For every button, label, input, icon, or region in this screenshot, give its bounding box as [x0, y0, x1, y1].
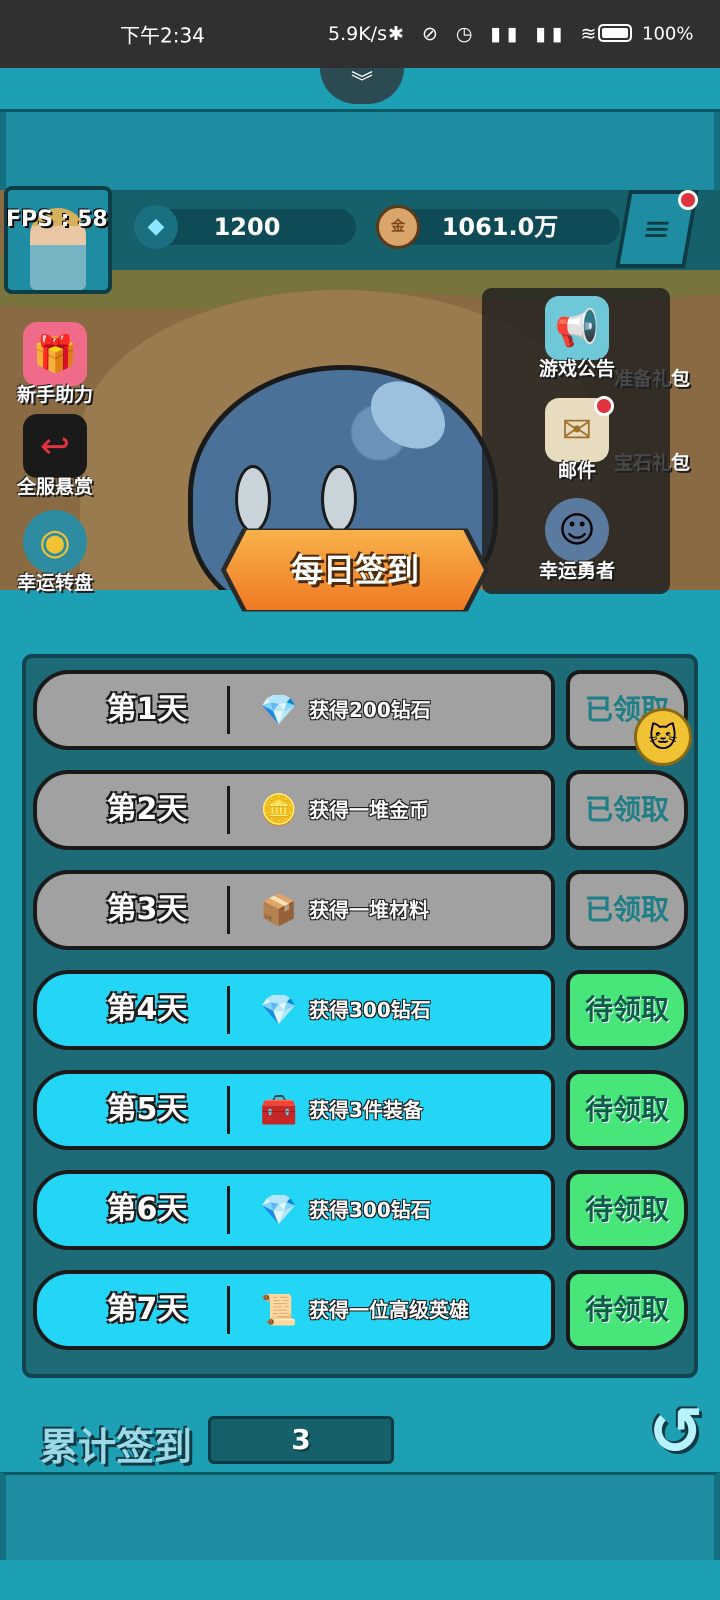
- cumulative-value: 3: [208, 1416, 394, 1464]
- announcement-label: 游戏公告: [538, 358, 615, 380]
- newbie-help-button[interactable]: 🎁 新手助力: [0, 322, 110, 407]
- signin-row-day2: 第2天 🪙 获得一堆金币: [33, 770, 555, 850]
- mail-button[interactable]: ✉ 邮件: [522, 398, 632, 483]
- banner-title: 每日签到: [290, 551, 419, 589]
- gem-icon: ◆: [134, 205, 178, 249]
- day-label: 第6天: [106, 1192, 188, 1227]
- gold-value: 1061.0万: [441, 213, 559, 241]
- diamond-reward-icon: 💎: [260, 992, 298, 1028]
- treasure-chest-icon: 🧰: [260, 1092, 298, 1128]
- gift-icon: 🎁: [23, 322, 87, 386]
- reward-text: 获得一堆金币: [309, 798, 429, 822]
- network-speed: 5.9K/s: [328, 23, 387, 45]
- signin-row-day6: 第6天 💎 获得300钻石: [33, 1170, 555, 1250]
- slime-eye-right: [321, 465, 357, 533]
- slime-eye-left: [235, 465, 271, 533]
- bounty-icon: ↩: [23, 414, 87, 478]
- status-icons: ✱ ⊘ ◷ ▮▮ ▮▮ ≋: [388, 23, 603, 45]
- signin-row-day5: 第5天 🧰 获得3件装备: [33, 1070, 555, 1150]
- wheel-icon: ◉: [23, 510, 87, 574]
- reward-text: 获得一位高级英雄: [309, 1298, 469, 1322]
- day-label: 第2天: [106, 792, 188, 827]
- claim-button-day2[interactable]: 已领取: [566, 770, 688, 850]
- server-bounty-button[interactable]: ↩ 全服悬赏: [0, 414, 110, 499]
- material-box-icon: 📦: [260, 892, 298, 928]
- diamond-counter: ◆ 1200: [134, 205, 356, 249]
- claim-button-day4[interactable]: 待领取: [566, 970, 688, 1050]
- day-label: 第3天: [106, 892, 188, 927]
- gold-reward-icon: 🪙: [260, 792, 298, 828]
- reward-text: 获得200钻石: [309, 698, 431, 722]
- daily-signin-banner: 每日签到: [220, 528, 490, 612]
- fps-counter: FPS : 58: [6, 207, 108, 232]
- hero-face-icon: ☺: [545, 498, 609, 562]
- scroll-icon: 📜: [260, 1292, 298, 1328]
- diamond-reward-icon: 💎: [260, 692, 298, 728]
- bottom-strip: [0, 1472, 720, 1560]
- reward-text: 获得3件装备: [309, 1098, 423, 1122]
- back-arrow-icon[interactable]: ↺: [636, 1396, 716, 1468]
- mail-notification-dot: [594, 396, 614, 416]
- diamond-reward-icon: 💎: [260, 1192, 298, 1228]
- day-label: 第1天: [106, 692, 188, 727]
- gold-counter: 金 1061.0万: [376, 205, 620, 249]
- signin-row-day1: 第1天 💎 获得200钻石: [33, 670, 555, 750]
- diamond-value: 1200: [213, 213, 281, 241]
- newbie-help-label: 新手助力: [16, 384, 93, 406]
- claim-button-day3[interactable]: 已领取: [566, 870, 688, 950]
- reward-text: 获得300钻石: [309, 1198, 431, 1222]
- lucky-wheel-button[interactable]: ◉ 幸运转盘: [0, 510, 110, 595]
- day-label: 第4天: [106, 992, 188, 1027]
- lucky-wheel-label: 幸运转盘: [16, 572, 93, 594]
- claim-button-day5[interactable]: 待领取: [566, 1070, 688, 1150]
- signin-row-day3: 第3天 📦 获得一堆材料: [33, 870, 555, 950]
- day-label: 第5天: [106, 1092, 188, 1127]
- claim-button-day7[interactable]: 待领取: [566, 1270, 688, 1350]
- top-band: [0, 112, 720, 190]
- reward-text: 获得一堆材料: [309, 898, 429, 922]
- menu-notification-dot: [678, 190, 698, 210]
- mail-label: 邮件: [557, 460, 596, 482]
- status-bar: 下午2:34 5.9K/s ✱ ⊘ ◷ ▮▮ ▮▮ ≋ 100%: [0, 0, 720, 68]
- battery-percent: 100%: [642, 23, 694, 45]
- lucky-hero-label: 幸运勇者: [538, 560, 615, 582]
- floating-assistant-icon[interactable]: 🐱: [634, 708, 692, 766]
- reward-text: 获得300钻石: [309, 998, 431, 1022]
- lucky-hero-button[interactable]: ☺ 幸运勇者: [522, 498, 632, 583]
- server-bounty-label: 全服悬赏: [16, 476, 93, 498]
- signin-row-day4: 第4天 💎 获得300钻石: [33, 970, 555, 1050]
- megaphone-icon: 📢: [545, 296, 609, 360]
- cumulative-label: 累计签到: [40, 1425, 193, 1469]
- player-avatar[interactable]: [4, 186, 112, 294]
- announcement-button[interactable]: 📢 游戏公告: [522, 296, 632, 381]
- gold-coin-icon: 金: [376, 205, 420, 249]
- claim-button-day6[interactable]: 待领取: [566, 1170, 688, 1250]
- battery-icon: [598, 24, 632, 42]
- day-label: 第7天: [106, 1292, 188, 1327]
- signin-row-day7: 第7天 📜 获得一位高级英雄: [33, 1270, 555, 1350]
- status-time: 下午2:34: [120, 23, 205, 48]
